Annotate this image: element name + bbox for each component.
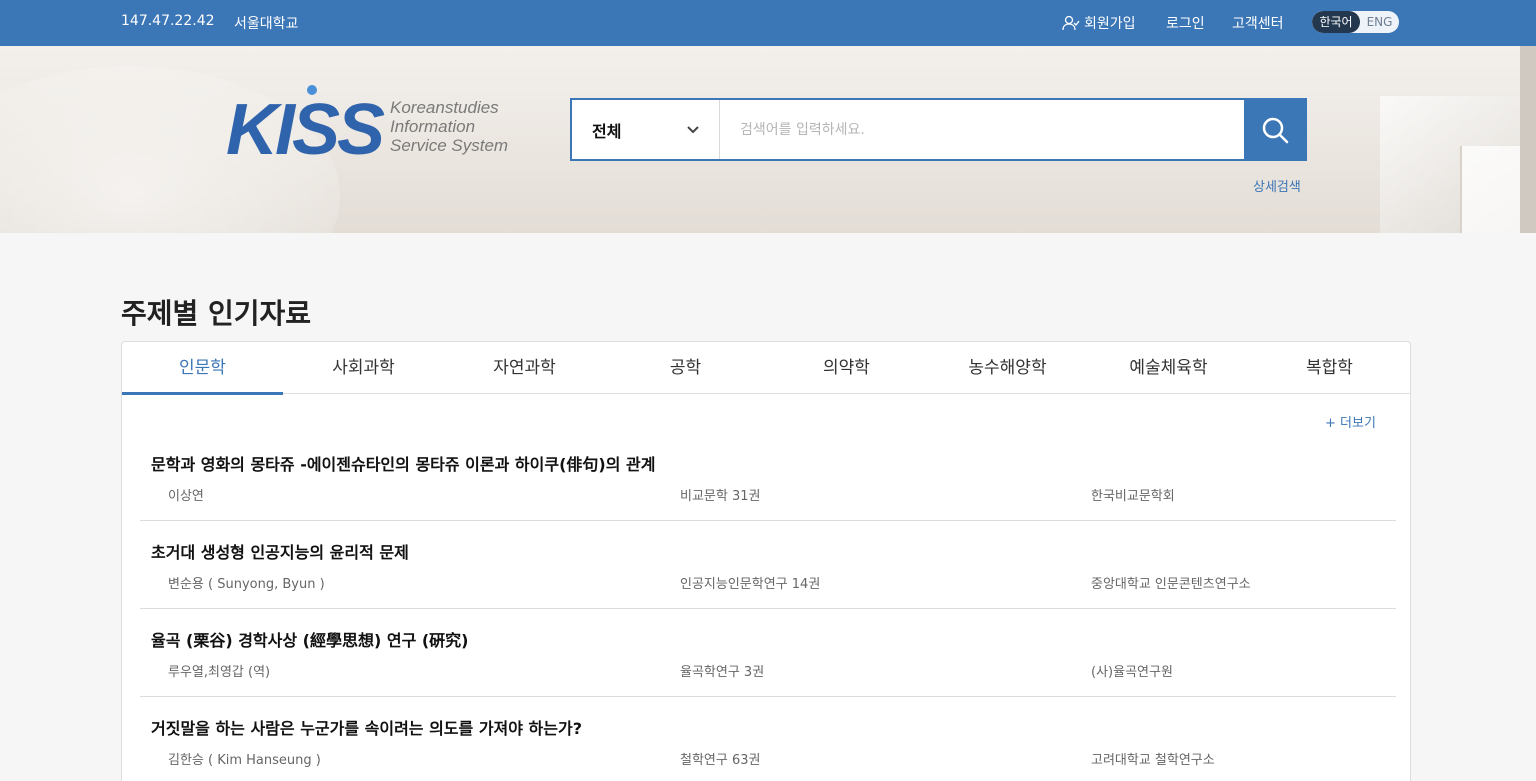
popular-materials-panel: 인문학 사회과학 자연과학 공학 의약학 농수해양학 예술체육학 복합학 + 더… bbox=[121, 341, 1411, 781]
subject-tabs: 인문학 사회과학 자연과학 공학 의약학 농수해양학 예술체육학 복합학 bbox=[122, 342, 1410, 395]
article-journal: 비교문학 31권 bbox=[680, 489, 761, 504]
logo-mark: KISS bbox=[226, 90, 385, 162]
tab-arts-sports[interactable]: 예술체육학 bbox=[1088, 342, 1249, 394]
tab-humanities[interactable]: 인문학 bbox=[122, 342, 283, 395]
banner-decoration bbox=[1520, 46, 1536, 233]
search-button[interactable] bbox=[1244, 100, 1305, 159]
logo-dot bbox=[307, 85, 317, 95]
tab-social-science[interactable]: 사회과학 bbox=[283, 342, 444, 394]
tab-interdisciplinary[interactable]: 복합학 bbox=[1249, 342, 1410, 394]
article-row: 문학과 영화의 몽타쥬 -에이젠슈타인의 몽타쥬 이론과 하이쿠(俳句)의 관계… bbox=[140, 433, 1396, 521]
article-row: 거짓말을 하는 사람은 누군가를 속이려는 의도를 가져야 하는가? 김한승 (… bbox=[140, 697, 1396, 781]
banner-decoration bbox=[1460, 146, 1520, 233]
article-publisher: 한국비교문학회 bbox=[1091, 489, 1175, 504]
tab-medicine[interactable]: 의약학 bbox=[766, 342, 927, 394]
search-scope-select[interactable]: 전체 bbox=[572, 100, 720, 159]
tab-natural-science[interactable]: 자연과학 bbox=[444, 342, 605, 394]
support-link[interactable]: 고객센터 bbox=[1232, 13, 1284, 33]
article-journal: 율곡학연구 3권 bbox=[680, 665, 765, 680]
article-title[interactable]: 율곡 (栗谷) 경학사상 (經學思想) 연구 (硏究) bbox=[151, 627, 469, 651]
join-link[interactable]: 회원가입 bbox=[1062, 13, 1136, 33]
article-title[interactable]: 초거대 생성형 인공지능의 윤리적 문제 bbox=[151, 539, 409, 563]
join-label: 회원가입 bbox=[1084, 16, 1136, 32]
search-input[interactable] bbox=[720, 100, 1244, 159]
chevron-down-icon bbox=[687, 125, 699, 133]
article-journal: 인공지능인문학연구 14권 bbox=[680, 577, 821, 592]
tab-agriculture-marine[interactable]: 농수해양학 bbox=[927, 342, 1088, 394]
article-publisher: (사)율곡연구원 bbox=[1091, 665, 1173, 680]
tab-engineering[interactable]: 공학 bbox=[605, 342, 766, 394]
article-row: 율곡 (栗谷) 경학사상 (經學思想) 연구 (硏究) 루우열,최영갑 (역) … bbox=[140, 609, 1396, 697]
more-link[interactable]: + 더보기 bbox=[1325, 412, 1376, 431]
article-author: 변순용 ( Sunyong, Byun ) bbox=[168, 577, 325, 592]
search-icon bbox=[1262, 117, 1288, 143]
logo-subtitle: Koreanstudies Information Service System bbox=[390, 98, 508, 155]
top-bar: 147.47.22.42 서울대학교 회원가입 로그인 고객센터 한국어 ENG bbox=[0, 0, 1536, 46]
article-author: 김한승 ( Kim Hanseung ) bbox=[168, 753, 321, 768]
article-author: 루우열,최영갑 (역) bbox=[168, 665, 271, 680]
search-scope-value: 전체 bbox=[592, 121, 622, 141]
article-title[interactable]: 거짓말을 하는 사람은 누군가를 속이려는 의도를 가져야 하는가? bbox=[151, 715, 582, 739]
article-title[interactable]: 문학과 영화의 몽타쥬 -에이젠슈타인의 몽타쥬 이론과 하이쿠(俳句)의 관계 bbox=[151, 451, 655, 475]
page-title: 주제별 인기자료 bbox=[121, 297, 312, 330]
lang-korean-button[interactable]: 한국어 bbox=[1312, 11, 1360, 33]
lang-english-button[interactable]: ENG bbox=[1360, 11, 1399, 33]
language-toggle: 한국어 ENG bbox=[1312, 11, 1399, 33]
article-row: 초거대 생성형 인공지능의 윤리적 문제 변순용 ( Sunyong, Byun… bbox=[140, 521, 1396, 609]
advanced-search-link[interactable]: 상세검색 bbox=[1253, 176, 1301, 195]
search-bar: 전체 bbox=[570, 98, 1307, 161]
article-author: 이상연 bbox=[168, 489, 204, 504]
logo-line-2: Information bbox=[390, 117, 476, 136]
institution-name: 서울대학교 bbox=[234, 16, 299, 32]
login-link[interactable]: 로그인 bbox=[1166, 13, 1205, 33]
article-publisher: 고려대학교 철학연구소 bbox=[1091, 753, 1215, 768]
article-journal: 철학연구 63권 bbox=[680, 753, 761, 768]
user-icon bbox=[1062, 15, 1080, 31]
logo-line-3: Service System bbox=[390, 136, 509, 155]
ip-address: 147.47.22.42 bbox=[121, 13, 215, 29]
logo-line-1: Koreanstudies bbox=[390, 98, 499, 117]
article-publisher: 중앙대학교 인문콘텐츠연구소 bbox=[1091, 577, 1251, 592]
